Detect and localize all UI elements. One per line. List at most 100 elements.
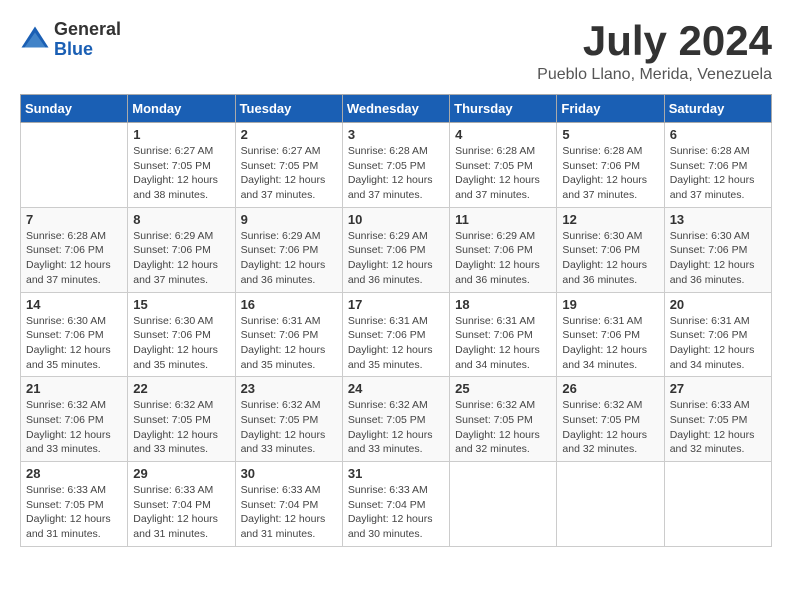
day-info: Sunrise: 6:33 AM Sunset: 7:05 PM Dayligh… xyxy=(670,398,766,457)
day-info: Sunrise: 6:31 AM Sunset: 7:06 PM Dayligh… xyxy=(241,314,337,373)
logo-icon xyxy=(20,25,50,55)
day-number: 14 xyxy=(26,297,122,312)
day-number: 11 xyxy=(455,212,551,227)
day-number: 6 xyxy=(670,127,766,142)
day-info: Sunrise: 6:31 AM Sunset: 7:06 PM Dayligh… xyxy=(348,314,444,373)
week-row-5: 28Sunrise: 6:33 AM Sunset: 7:05 PM Dayli… xyxy=(21,462,772,547)
day-number: 2 xyxy=(241,127,337,142)
day-number: 16 xyxy=(241,297,337,312)
day-info: Sunrise: 6:31 AM Sunset: 7:06 PM Dayligh… xyxy=(562,314,658,373)
day-number: 29 xyxy=(133,466,229,481)
title-area: July 2024 Pueblo Llano, Merida, Venezuel… xyxy=(537,20,772,84)
day-cell: 11Sunrise: 6:29 AM Sunset: 7:06 PM Dayli… xyxy=(450,207,557,292)
day-info: Sunrise: 6:30 AM Sunset: 7:06 PM Dayligh… xyxy=(670,229,766,288)
day-number: 3 xyxy=(348,127,444,142)
day-cell xyxy=(21,123,128,208)
day-info: Sunrise: 6:28 AM Sunset: 7:06 PM Dayligh… xyxy=(26,229,122,288)
day-number: 26 xyxy=(562,381,658,396)
day-number: 7 xyxy=(26,212,122,227)
logo-general: General xyxy=(54,20,121,40)
logo-blue: Blue xyxy=(54,40,121,60)
day-info: Sunrise: 6:28 AM Sunset: 7:05 PM Dayligh… xyxy=(348,144,444,203)
day-info: Sunrise: 6:33 AM Sunset: 7:04 PM Dayligh… xyxy=(133,483,229,542)
day-number: 23 xyxy=(241,381,337,396)
day-info: Sunrise: 6:31 AM Sunset: 7:06 PM Dayligh… xyxy=(455,314,551,373)
day-header-monday: Monday xyxy=(128,95,235,123)
day-header-wednesday: Wednesday xyxy=(342,95,449,123)
day-info: Sunrise: 6:33 AM Sunset: 7:04 PM Dayligh… xyxy=(241,483,337,542)
day-number: 25 xyxy=(455,381,551,396)
week-row-4: 21 Sunrise: 6:32 AM Sunset: 7:06 PM Dayli… xyxy=(21,377,772,462)
calendar: SundayMondayTuesdayWednesdayThursdayFrid… xyxy=(20,94,772,547)
day-number: 4 xyxy=(455,127,551,142)
day-cell: 15Sunrise: 6:30 AM Sunset: 7:06 PM Dayli… xyxy=(128,292,235,377)
day-cell: 18 Sunrise: 6:31 AM Sunset: 7:06 PM Dayli… xyxy=(450,292,557,377)
day-cell: 17 Sunrise: 6:31 AM Sunset: 7:06 PM Dayli… xyxy=(342,292,449,377)
day-cell: 21 Sunrise: 6:32 AM Sunset: 7:06 PM Dayli… xyxy=(21,377,128,462)
day-number: 17 xyxy=(348,297,444,312)
day-info: Sunrise: 6:28 AM Sunset: 7:05 PM Dayligh… xyxy=(455,144,551,203)
day-info: Sunrise: 6:32 AM Sunset: 7:05 PM Dayligh… xyxy=(455,398,551,457)
day-number: 13 xyxy=(670,212,766,227)
day-cell: 22Sunrise: 6:32 AM Sunset: 7:05 PM Dayli… xyxy=(128,377,235,462)
day-info: Sunrise: 6:30 AM Sunset: 7:06 PM Dayligh… xyxy=(133,314,229,373)
day-cell: 27 Sunrise: 6:33 AM Sunset: 7:05 PM Dayli… xyxy=(664,377,771,462)
day-cell: 23 Sunrise: 6:32 AM Sunset: 7:05 PM Dayli… xyxy=(235,377,342,462)
day-info: Sunrise: 6:30 AM Sunset: 7:06 PM Dayligh… xyxy=(26,314,122,373)
day-number: 27 xyxy=(670,381,766,396)
day-cell xyxy=(664,462,771,547)
day-cell: 3 Sunrise: 6:28 AM Sunset: 7:05 PM Daylig… xyxy=(342,123,449,208)
day-info: Sunrise: 6:33 AM Sunset: 7:04 PM Dayligh… xyxy=(348,483,444,542)
week-row-2: 7 Sunrise: 6:28 AM Sunset: 7:06 PM Daylig… xyxy=(21,207,772,292)
day-info: Sunrise: 6:32 AM Sunset: 7:06 PM Dayligh… xyxy=(26,398,122,457)
day-cell: 19 Sunrise: 6:31 AM Sunset: 7:06 PM Dayli… xyxy=(557,292,664,377)
day-cell: 13 Sunrise: 6:30 AM Sunset: 7:06 PM Dayli… xyxy=(664,207,771,292)
day-cell: 31Sunrise: 6:33 AM Sunset: 7:04 PM Dayli… xyxy=(342,462,449,547)
day-info: Sunrise: 6:32 AM Sunset: 7:05 PM Dayligh… xyxy=(241,398,337,457)
day-number: 8 xyxy=(133,212,229,227)
day-cell: 2 Sunrise: 6:27 AM Sunset: 7:05 PM Daylig… xyxy=(235,123,342,208)
day-header-saturday: Saturday xyxy=(664,95,771,123)
day-cell: 16 Sunrise: 6:31 AM Sunset: 7:06 PM Dayli… xyxy=(235,292,342,377)
day-number: 22 xyxy=(133,381,229,396)
header-row: SundayMondayTuesdayWednesdayThursdayFrid… xyxy=(21,95,772,123)
day-info: Sunrise: 6:28 AM Sunset: 7:06 PM Dayligh… xyxy=(670,144,766,203)
day-info: Sunrise: 6:28 AM Sunset: 7:06 PM Dayligh… xyxy=(562,144,658,203)
day-cell: 5Sunrise: 6:28 AM Sunset: 7:06 PM Daylig… xyxy=(557,123,664,208)
day-number: 28 xyxy=(26,466,122,481)
day-cell: 25 Sunrise: 6:32 AM Sunset: 7:05 PM Dayli… xyxy=(450,377,557,462)
day-cell: 1Sunrise: 6:27 AM Sunset: 7:05 PM Daylig… xyxy=(128,123,235,208)
day-number: 10 xyxy=(348,212,444,227)
day-info: Sunrise: 6:32 AM Sunset: 7:05 PM Dayligh… xyxy=(562,398,658,457)
day-cell: 12 Sunrise: 6:30 AM Sunset: 7:06 PM Dayli… xyxy=(557,207,664,292)
day-cell: 24Sunrise: 6:32 AM Sunset: 7:05 PM Dayli… xyxy=(342,377,449,462)
day-cell: 6 Sunrise: 6:28 AM Sunset: 7:06 PM Daylig… xyxy=(664,123,771,208)
day-cell: 7 Sunrise: 6:28 AM Sunset: 7:06 PM Daylig… xyxy=(21,207,128,292)
day-number: 9 xyxy=(241,212,337,227)
day-number: 19 xyxy=(562,297,658,312)
day-info: Sunrise: 6:29 AM Sunset: 7:06 PM Dayligh… xyxy=(133,229,229,288)
day-info: Sunrise: 6:30 AM Sunset: 7:06 PM Dayligh… xyxy=(562,229,658,288)
day-cell: 28Sunrise: 6:33 AM Sunset: 7:05 PM Dayli… xyxy=(21,462,128,547)
day-header-sunday: Sunday xyxy=(21,95,128,123)
day-cell: 29 Sunrise: 6:33 AM Sunset: 7:04 PM Dayli… xyxy=(128,462,235,547)
day-cell: 30 Sunrise: 6:33 AM Sunset: 7:04 PM Dayli… xyxy=(235,462,342,547)
day-header-tuesday: Tuesday xyxy=(235,95,342,123)
day-number: 12 xyxy=(562,212,658,227)
day-number: 21 xyxy=(26,381,122,396)
calendar-body: 1Sunrise: 6:27 AM Sunset: 7:05 PM Daylig… xyxy=(21,123,772,547)
day-header-thursday: Thursday xyxy=(450,95,557,123)
day-number: 18 xyxy=(455,297,551,312)
day-number: 30 xyxy=(241,466,337,481)
month-title: July 2024 xyxy=(537,20,772,62)
day-info: Sunrise: 6:31 AM Sunset: 7:06 PM Dayligh… xyxy=(670,314,766,373)
day-info: Sunrise: 6:27 AM Sunset: 7:05 PM Dayligh… xyxy=(133,144,229,203)
location-title: Pueblo Llano, Merida, Venezuela xyxy=(537,66,772,84)
day-info: Sunrise: 6:29 AM Sunset: 7:06 PM Dayligh… xyxy=(348,229,444,288)
week-row-3: 14 Sunrise: 6:30 AM Sunset: 7:06 PM Dayli… xyxy=(21,292,772,377)
day-cell: 20Sunrise: 6:31 AM Sunset: 7:06 PM Dayli… xyxy=(664,292,771,377)
day-cell: 10 Sunrise: 6:29 AM Sunset: 7:06 PM Dayli… xyxy=(342,207,449,292)
day-info: Sunrise: 6:29 AM Sunset: 7:06 PM Dayligh… xyxy=(241,229,337,288)
day-cell: 14 Sunrise: 6:30 AM Sunset: 7:06 PM Dayli… xyxy=(21,292,128,377)
day-info: Sunrise: 6:27 AM Sunset: 7:05 PM Dayligh… xyxy=(241,144,337,203)
